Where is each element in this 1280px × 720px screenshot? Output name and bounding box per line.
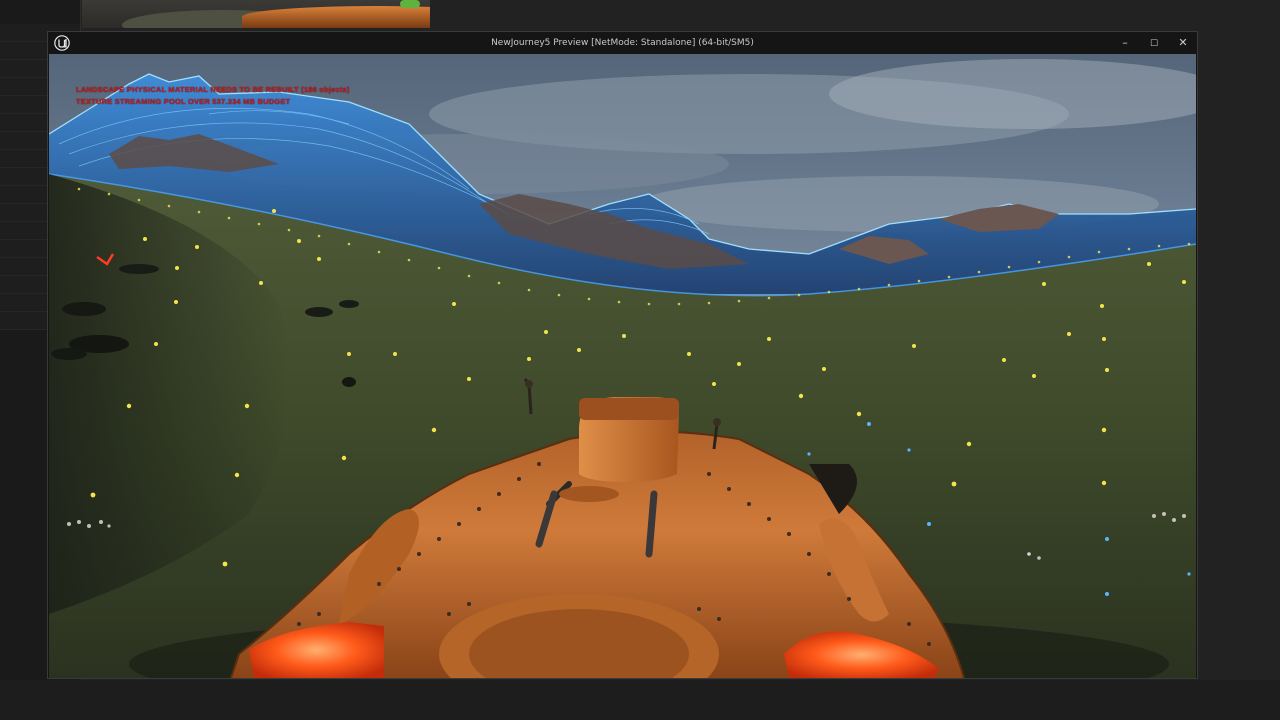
- close-button[interactable]: ✕: [1169, 32, 1197, 54]
- play-in-editor-window[interactable]: NewJourney5 Preview [NetMode: Standalone…: [47, 31, 1198, 679]
- viewport-gizmo: [400, 0, 420, 8]
- game-scene: [49, 54, 1196, 678]
- maximize-icon: ☐: [1149, 39, 1159, 49]
- game-viewport[interactable]: LANDSCAPE PHYSICAL MATERIAL NEEDS TO BE …: [49, 54, 1196, 678]
- close-icon: ✕: [1178, 36, 1188, 49]
- window-titlebar[interactable]: NewJourney5 Preview [NetMode: Standalone…: [48, 32, 1197, 54]
- maximize-button[interactable]: ☐: [1140, 32, 1168, 54]
- warning-message: TEXTURE STREAMING POOL OVER 537.334 MB B…: [76, 97, 291, 106]
- warning-message: LANDSCAPE PHYSICAL MATERIAL NEEDS TO BE …: [76, 85, 350, 94]
- window-title: NewJourney5 Preview [NetMode: Standalone…: [491, 38, 754, 48]
- minimize-icon: –: [1122, 36, 1128, 49]
- viewport-vehicle: [242, 6, 430, 28]
- minimize-button[interactable]: –: [1111, 32, 1139, 54]
- editor-level-viewport[interactable]: [82, 0, 430, 28]
- editor-bottom-panel: [0, 680, 1280, 720]
